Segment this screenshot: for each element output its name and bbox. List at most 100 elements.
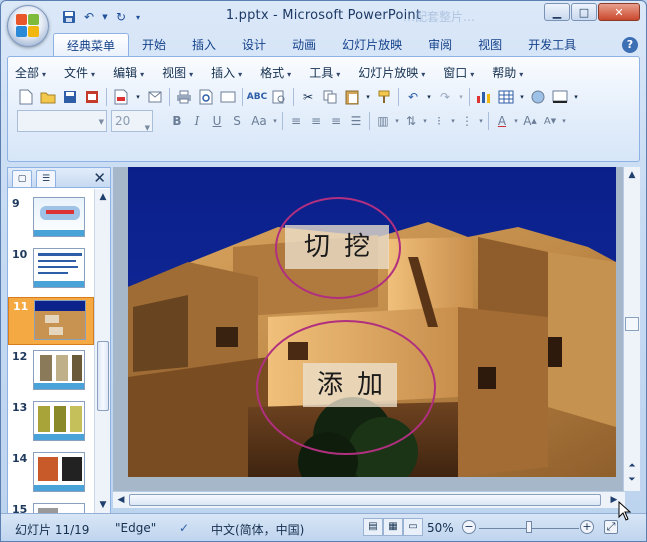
panel-scroll-down-icon[interactable]: ▼ <box>96 498 110 512</box>
numbering-icon[interactable]: ⋮ <box>457 111 477 131</box>
slide-view-icon[interactable] <box>217 87 239 107</box>
slides-tab[interactable]: ▢ <box>12 170 32 187</box>
menu-item[interactable]: 幻灯片放映 ▾ <box>352 63 437 83</box>
spelling-icon[interactable]: ABC <box>246 87 268 107</box>
color-grayscale-dropdown-icon[interactable]: ▾ <box>571 87 581 107</box>
menu-item[interactable]: 视图 ▾ <box>156 63 205 83</box>
next-slide-icon[interactable]: ⏷ <box>625 473 639 487</box>
bullets-dropdown-icon[interactable]: ▾ <box>449 111 457 131</box>
font-size-dropdown-icon[interactable]: ▼ <box>145 118 150 138</box>
insert-chart-icon[interactable] <box>473 87 495 107</box>
pdf-icon[interactable] <box>110 87 132 107</box>
menu-item[interactable]: 工具 ▾ <box>303 63 352 83</box>
text-direction-icon[interactable]: ⇅ <box>401 111 421 131</box>
ribbon-tab[interactable]: 开发工具 <box>515 33 589 57</box>
undo-toolbar-dropdown-icon[interactable]: ▾ <box>424 87 434 107</box>
outline-tab[interactable]: ☰ <box>36 170 56 187</box>
menu-item[interactable]: 帮助 ▾ <box>486 63 535 83</box>
menu-item[interactable]: 窗口 ▾ <box>437 63 486 83</box>
paste-dropdown-icon[interactable]: ▾ <box>363 87 373 107</box>
redo-toolbar-dropdown-icon[interactable]: ▾ <box>456 87 466 107</box>
cut-icon[interactable]: ✂ <box>297 87 319 107</box>
slide-thumbnail[interactable]: 12 <box>8 348 94 396</box>
ribbon-tab[interactable]: 插入 <box>179 33 229 57</box>
close-panel-icon[interactable]: ✕ <box>93 169 106 187</box>
columns-dropdown-icon[interactable]: ▾ <box>393 111 401 131</box>
ribbon-tab[interactable]: 幻灯片放映 <box>329 33 415 57</box>
menu-item[interactable]: 全部 ▾ <box>9 63 58 83</box>
underline-icon[interactable]: U <box>207 111 227 131</box>
font-color-icon[interactable]: A <box>492 111 512 131</box>
new-icon[interactable] <box>15 87 37 107</box>
previous-slide-icon[interactable]: ⏶ <box>625 459 639 473</box>
menu-item[interactable]: 插入 ▾ <box>205 63 254 83</box>
slide-thumbnail[interactable]: 10 <box>8 246 94 294</box>
insert-table-icon[interactable] <box>495 87 517 107</box>
spellcheck-icon[interactable]: ✓ <box>179 521 189 535</box>
save-toolbar-icon[interactable] <box>59 87 81 107</box>
attach-icon[interactable]: ▾ <box>132 87 144 107</box>
table-dropdown-icon[interactable]: ▾ <box>517 87 527 107</box>
clipart-icon[interactable] <box>527 87 549 107</box>
color-grayscale-icon[interactable] <box>549 87 571 107</box>
ribbon-tab[interactable]: 动画 <box>279 33 329 57</box>
zoom-in-icon[interactable]: + <box>580 520 594 534</box>
scroll-up-icon[interactable]: ▲ <box>625 168 639 182</box>
more-format-dropdown-icon[interactable]: ▾ <box>560 111 568 131</box>
increase-font-icon[interactable]: A ▲ <box>520 111 540 131</box>
align-left-icon[interactable]: ≡ <box>286 111 306 131</box>
ribbon-tab[interactable]: 视图 <box>465 33 515 57</box>
office-button[interactable] <box>7 5 49 47</box>
justify-icon[interactable]: ☰ <box>346 111 366 131</box>
maximize-button[interactable]: □ <box>571 3 597 21</box>
font-name-box[interactable]: ▼ <box>17 110 107 132</box>
shadow-icon[interactable]: S <box>227 111 247 131</box>
align-right-icon[interactable]: ≡ <box>326 111 346 131</box>
bullets-icon[interactable]: ⁝ <box>429 111 449 131</box>
slide-thumbnail[interactable]: 15 <box>8 501 94 513</box>
format-painter-icon[interactable] <box>373 87 395 107</box>
zoom-slider-handle[interactable] <box>526 521 532 533</box>
ribbon-tab[interactable]: 设计 <box>229 33 279 57</box>
change-case-icon[interactable]: Aa <box>247 111 271 131</box>
numbering-dropdown-icon[interactable]: ▾ <box>477 111 485 131</box>
scroll-left-icon[interactable]: ◀ <box>114 493 128 507</box>
horizontal-scrollbar[interactable]: ◀ ▶ <box>113 491 625 508</box>
panel-scroll-thumb[interactable] <box>97 341 109 411</box>
font-size-box[interactable]: 20 ▼ <box>111 110 153 132</box>
help-icon[interactable]: ? <box>622 37 638 53</box>
zoom-level[interactable]: 50% <box>427 521 454 535</box>
menu-item[interactable]: 编辑 ▾ <box>107 63 156 83</box>
panel-scrollbar[interactable]: ▲ ▼ <box>94 189 110 513</box>
slide-thumbnail[interactable]: 13 <box>8 399 94 447</box>
print-icon[interactable] <box>173 87 195 107</box>
ribbon-tab[interactable]: 经典菜单 <box>53 33 130 57</box>
copy-icon[interactable] <box>319 87 341 107</box>
zoom-out-icon[interactable]: − <box>462 520 476 534</box>
menu-item[interactable]: 格式 ▾ <box>254 63 303 83</box>
language[interactable]: 中文(简体，中国) <box>211 521 304 538</box>
redo-toolbar-icon[interactable]: ↷ <box>434 87 456 107</box>
print-preview-icon[interactable] <box>195 87 217 107</box>
fit-to-window-icon[interactable]: ⤢ <box>604 520 618 534</box>
slide-thumbnail[interactable]: 11 <box>8 297 94 345</box>
slideshow-icon[interactable]: ▭ <box>403 518 423 536</box>
vertical-scrollbar[interactable]: ▲ ⏶ ⏷ <box>623 167 640 491</box>
slide-thumbnail[interactable]: 14 <box>8 450 94 498</box>
panel-scroll-up-icon[interactable]: ▲ <box>96 190 110 204</box>
slide-thumbnail[interactable]: 9 <box>8 195 94 243</box>
slide-sorter-icon[interactable]: ▦ <box>383 518 403 536</box>
email-icon[interactable] <box>144 87 166 107</box>
menu-item[interactable]: 文件 ▾ <box>58 63 107 83</box>
vertical-scroll-thumb[interactable] <box>625 317 639 331</box>
columns-icon[interactable]: ▥ <box>373 111 393 131</box>
italic-icon[interactable]: I <box>187 111 207 131</box>
font-name-dropdown-icon[interactable]: ▼ <box>99 118 104 126</box>
undo-toolbar-icon[interactable]: ↶ <box>402 87 424 107</box>
horizontal-scroll-thumb[interactable] <box>129 494 601 506</box>
change-case-dropdown-icon[interactable]: ▾ <box>271 111 279 131</box>
slide[interactable]: 切挖 添加 <box>128 167 616 477</box>
ribbon-tab[interactable]: 开始 <box>129 33 179 57</box>
permission-icon[interactable] <box>81 87 103 107</box>
minimize-button[interactable]: ▁ <box>544 3 570 21</box>
